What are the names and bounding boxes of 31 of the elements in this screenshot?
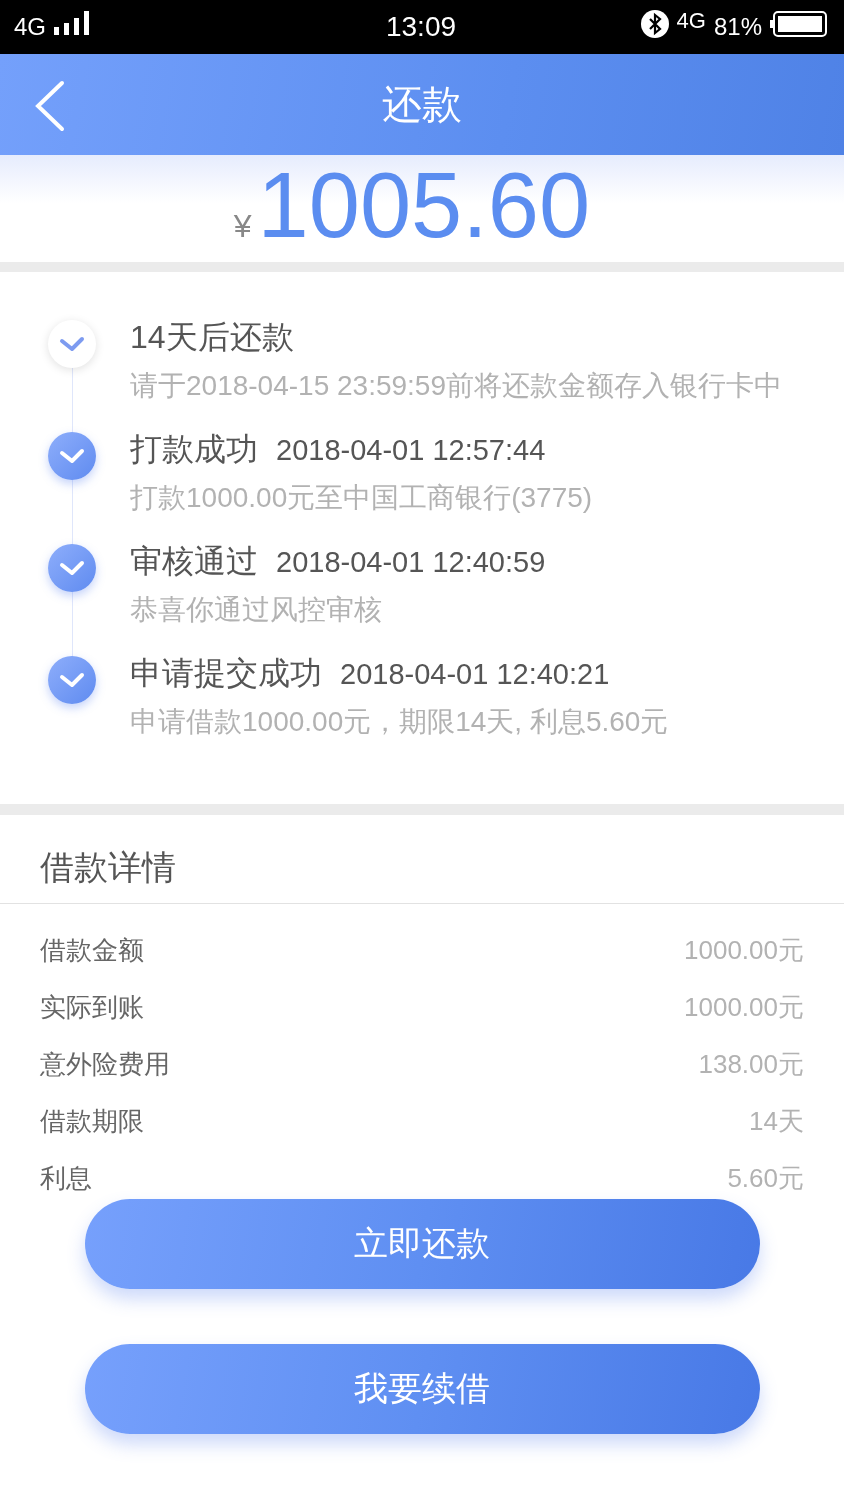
detail-label: 借款金额 <box>40 934 144 967</box>
detail-value: 14天 <box>749 1105 804 1138</box>
section-title: 借款详情 <box>0 815 844 904</box>
detail-value: 1000.00元 <box>684 991 804 1024</box>
step-description: 打款1000.00元至中国工商银行(3775) <box>130 481 594 515</box>
detail-label: 意外险费用 <box>40 1048 170 1081</box>
step-time: 2018-04-01 12:40:21 <box>340 658 610 691</box>
step-title: 打款成功 <box>130 430 258 469</box>
step-title: 审核通过 <box>130 542 258 581</box>
currency-symbol: ¥ <box>233 208 252 245</box>
data-network: 4G <box>676 8 706 34</box>
action-button[interactable]: 立即还款 <box>84 1199 760 1289</box>
step-description: 申请借款1000.00元，期限14天, 利息5.60元 <box>130 705 670 739</box>
detail-value: 138.00元 <box>698 1048 804 1081</box>
repayment-amount: 1005.60 <box>257 155 591 255</box>
step-time: 2018-04-01 12:57:44 <box>276 434 546 467</box>
page-title: 还款 <box>382 81 462 128</box>
detail-label: 利息 <box>40 1162 92 1195</box>
clock: 13:09 <box>385 11 457 43</box>
network-type: 4G <box>14 13 46 41</box>
detail-value: 1000.00元 <box>684 934 804 967</box>
detail-label: 实际到账 <box>40 991 144 1024</box>
step-title: 申请提交成功 <box>130 654 322 693</box>
detail-value: 5.60元 <box>727 1162 804 1195</box>
step-description: 请于2018-04-15 23:59:59前将还款金额存入银行卡中 <box>130 369 783 403</box>
step-description: 恭喜你通过风控审核 <box>130 593 383 627</box>
battery-level: 81% <box>713 13 762 41</box>
detail-label: 借款期限 <box>40 1105 144 1138</box>
step-time: 2018-04-01 12:40:59 <box>276 546 546 579</box>
action-button[interactable]: 我要续借 <box>84 1344 760 1434</box>
step-title: 14天后还款 <box>130 318 294 357</box>
